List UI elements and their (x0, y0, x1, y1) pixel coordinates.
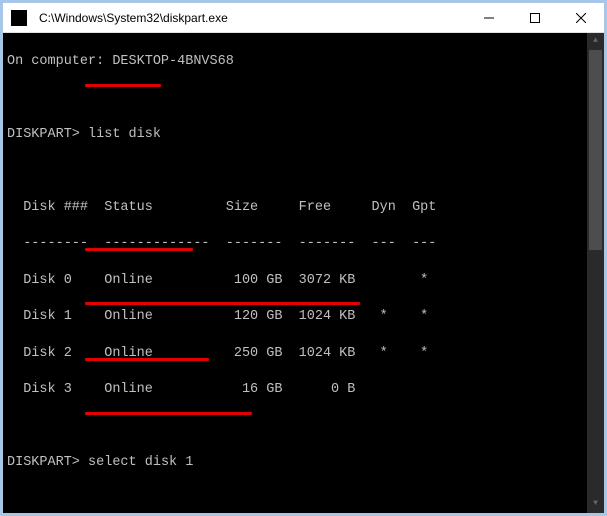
maximize-button[interactable] (512, 3, 558, 33)
scrollbar-track[interactable] (587, 50, 604, 496)
blank (7, 418, 600, 436)
prompt: DISKPART> (7, 455, 80, 470)
scroll-up-icon[interactable]: ▲ (587, 33, 604, 50)
table-row: Disk 3 Online 16 GB 0 B (7, 381, 600, 399)
blank (7, 163, 600, 181)
highlight-underline (85, 84, 161, 87)
highlight-underline (85, 412, 252, 415)
prompt-line-1: DISKPART> list disk (7, 126, 600, 144)
titlebar: C:\Windows\System32\diskpart.exe (3, 3, 604, 33)
highlight-underline (85, 302, 360, 305)
command-list-disk: list disk (88, 127, 161, 142)
close-button[interactable] (558, 3, 604, 33)
table-row: Disk 1 Online 120 GB 1024 KB * * (7, 308, 600, 326)
scrollbar[interactable]: ▲ ▼ (587, 33, 604, 513)
highlight-underline (85, 358, 209, 361)
window-title: C:\Windows\System32\diskpart.exe (35, 11, 466, 25)
blank (7, 90, 600, 108)
scrollbar-thumb[interactable] (589, 50, 602, 250)
table-header: Disk ### Status Size Free Dyn Gpt (7, 199, 600, 217)
minimize-button[interactable] (466, 3, 512, 33)
prompt-line-2: DISKPART> select disk 1 (7, 454, 600, 472)
terminal-output[interactable]: On computer: DESKTOP-4BNVS68 DISKPART> l… (3, 33, 604, 513)
command-select-disk: select disk 1 (88, 455, 193, 470)
app-icon (11, 10, 27, 26)
computer-line: On computer: DESKTOP-4BNVS68 (7, 53, 600, 71)
blank (7, 490, 600, 508)
scroll-down-icon[interactable]: ▼ (587, 496, 604, 513)
table-row: Disk 0 Online 100 GB 3072 KB * (7, 272, 600, 290)
prompt: DISKPART> (7, 127, 80, 142)
window-controls (466, 3, 604, 33)
highlight-underline (85, 248, 193, 251)
